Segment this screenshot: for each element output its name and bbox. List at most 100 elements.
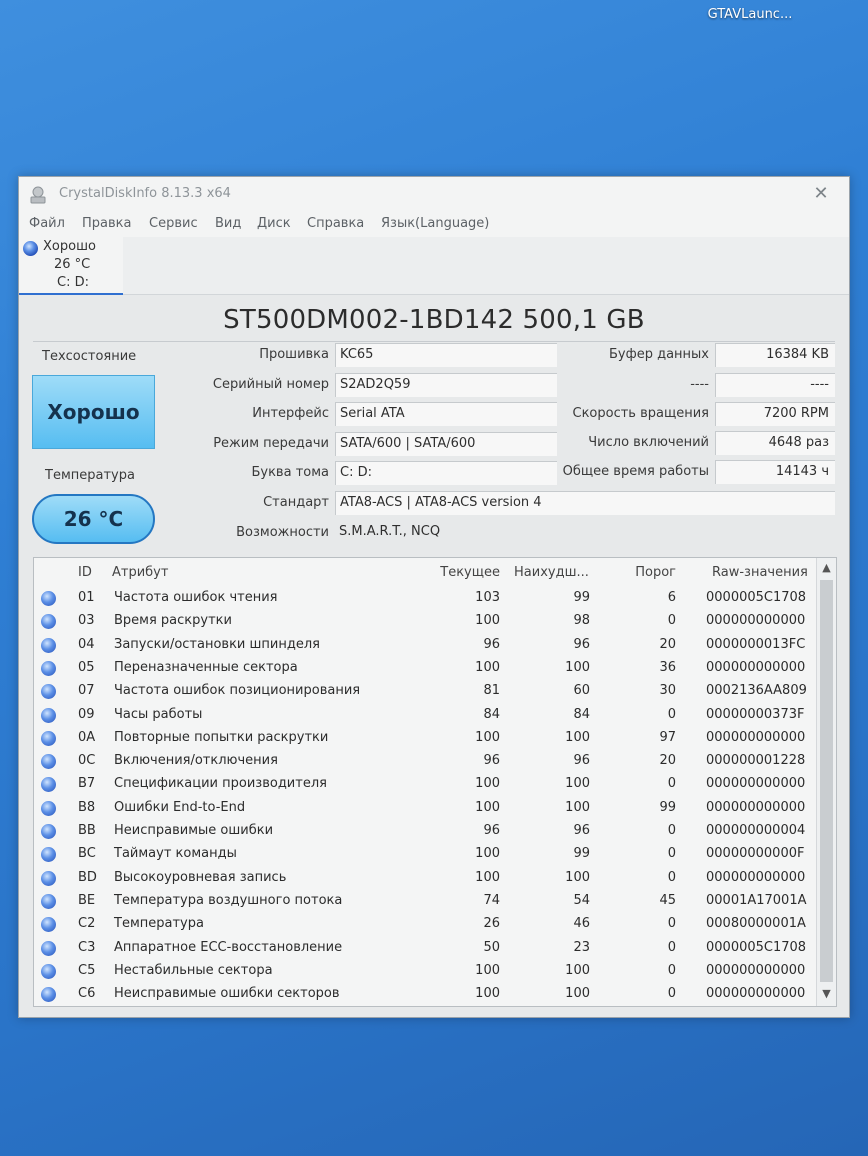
disk-tab[interactable]: Хорошо 26 °C C: D:: [19, 237, 123, 295]
cell-threshold: 97: [659, 729, 676, 745]
tab-strip: [123, 237, 849, 295]
cell-worst: 100: [565, 776, 590, 792]
table-header: ID Атрибут Текущее Наихудш... Порог Raw-…: [34, 558, 836, 588]
serial-label: Серийный номер: [212, 377, 329, 392]
table-row[interactable]: BC Таймаут команды 100 99 0 00000000000F: [34, 843, 814, 866]
cell-worst: 96: [573, 636, 590, 652]
status-dot-icon: [23, 241, 38, 256]
health-label: Техсостояние: [42, 349, 137, 364]
status-dot-icon: [41, 730, 56, 746]
cell-worst: 84: [573, 706, 590, 722]
cell-current: 50: [483, 939, 500, 955]
table-row[interactable]: BD Высокоуровневая запись 100 100 0 000000000…: [34, 867, 814, 890]
menu-view[interactable]: Вид: [215, 216, 241, 231]
col-worst[interactable]: Наихудш...: [514, 565, 589, 580]
cell-threshold: 0: [667, 869, 676, 885]
cell-id: B8: [78, 799, 96, 815]
table-row[interactable]: C2 Температура 26 46 0 00080000001A: [34, 913, 814, 936]
cell-raw: 000000000004: [706, 823, 806, 838]
cell-raw: 000000000000: [706, 729, 806, 745]
col-current[interactable]: Текущее: [424, 565, 500, 580]
cell-attribute: Неисправимые ошибки: [114, 823, 274, 838]
cell-id: C6: [78, 986, 96, 1002]
table-row[interactable]: C5 Нестабильные сектора 100 100 0 00000000000…: [34, 960, 814, 983]
cell-current: 96: [483, 823, 500, 838]
scroll-thumb[interactable]: [820, 580, 833, 982]
table-row[interactable]: 0C Включения/отключения 96 96 20 000000001228: [34, 750, 814, 773]
table-row[interactable]: 03 Время раскрутки 100 98 0 000000000000: [34, 610, 814, 633]
cell-raw: 000000000000: [706, 986, 806, 1002]
table-row[interactable]: 05 Переназначенные сектора 100 100 36 0000000…: [34, 657, 814, 680]
table-row[interactable]: 09 Часы работы 84 84 0 00000000373F: [34, 704, 814, 727]
title-bar[interactable]: CrystalDiskInfo 8.13.3 x64 ✕: [19, 177, 849, 211]
cell-worst: 100: [565, 869, 590, 885]
app-disk-icon: [30, 186, 46, 204]
table-row[interactable]: B7 Спецификации производителя 100 100 0 00000…: [34, 773, 814, 796]
menu-disk[interactable]: Диск: [257, 216, 291, 231]
smart-table[interactable]: ID Атрибут Текущее Наихудш... Порог Raw-…: [33, 557, 837, 1007]
cell-raw: 00000000373F: [706, 706, 805, 722]
cell-attribute: Включения/отключения: [114, 753, 278, 769]
col-threshold[interactable]: Порог: [614, 565, 676, 580]
table-row[interactable]: C3 Аппаратное ECC-восстановление 50 23 0 0000…: [34, 937, 814, 960]
cell-id: BE: [78, 892, 96, 908]
cell-threshold: 0: [667, 939, 676, 955]
scroll-down-icon[interactable]: ▼: [817, 984, 836, 1004]
cell-attribute: Температура: [114, 916, 204, 932]
status-dot-icon: [41, 940, 56, 956]
table-row[interactable]: BB Неисправимые ошибки 96 96 0 000000000004: [34, 820, 814, 843]
cell-attribute: Время раскрутки: [114, 613, 232, 629]
interface-label: Интерфейс: [252, 406, 329, 421]
cell-attribute: Таймаут команды: [114, 846, 237, 862]
firmware-label: Прошивка: [259, 347, 329, 362]
temperature-button[interactable]: 26 °C: [32, 494, 155, 544]
menu-file[interactable]: Файл: [29, 216, 65, 231]
table-row[interactable]: 0A Повторные попытки раскрутки 100 100 97 000…: [34, 727, 814, 750]
rotation-label: Скорость вращения: [572, 406, 710, 421]
standard-value: ATA8-ACS | ATA8-ACS version 4: [335, 491, 835, 515]
table-row[interactable]: C6 Неисправимые ошибки секторов 100 100 0 000…: [34, 983, 814, 1006]
cell-id: BB: [78, 823, 96, 838]
desktop-shortcut-label[interactable]: GTAVLaunc...: [700, 0, 800, 26]
disk-model-title: ST500DM002-1BD142 500,1 GB: [223, 305, 645, 335]
status-dot-icon: [41, 847, 56, 863]
table-row[interactable]: BE Температура воздушного потока 74 54 45 000…: [34, 890, 814, 913]
menu-service[interactable]: Сервис: [149, 216, 198, 231]
cell-worst: 46: [573, 916, 590, 932]
status-dot-icon: [41, 637, 56, 653]
cell-current: 26: [483, 916, 500, 932]
close-button[interactable]: ✕: [799, 179, 843, 209]
cell-id: 01: [78, 590, 95, 605]
drive-letter-value: C: D:: [335, 461, 557, 485]
cell-current: 100: [475, 776, 500, 792]
cell-threshold: 0: [667, 776, 676, 792]
disk-tab-status: Хорошо: [43, 239, 96, 254]
scroll-up-icon[interactable]: ▲: [817, 558, 836, 578]
cell-raw: 000000000000: [706, 659, 806, 675]
cell-threshold: 0: [667, 613, 676, 629]
table-row[interactable]: 04 Запуски/остановки шпинделя 96 96 20 000000…: [34, 634, 814, 657]
cell-threshold: 0: [667, 986, 676, 1002]
cell-threshold: 0: [667, 823, 676, 838]
cell-attribute: Переназначенные сектора: [114, 659, 298, 675]
cell-attribute: Частота ошибок позиционирования: [114, 683, 361, 699]
menu-language[interactable]: Язык(Language): [381, 216, 489, 231]
cell-current: 100: [475, 869, 500, 885]
table-row[interactable]: B8 Ошибки End-to-End 100 100 99 000000000000: [34, 797, 814, 820]
table-row[interactable]: 01 Частота ошибок чтения 103 99 6 0000005C170…: [34, 587, 814, 610]
cell-worst: 23: [573, 939, 590, 955]
cell-threshold: 0: [667, 706, 676, 722]
col-attribute[interactable]: Атрибут: [112, 565, 168, 580]
status-dot-icon: [41, 800, 56, 816]
col-id[interactable]: ID: [78, 565, 92, 580]
cell-attribute: Нестабильные сектора: [114, 962, 273, 978]
health-status-button[interactable]: Хорошо: [32, 375, 155, 449]
table-scrollbar[interactable]: ▲ ▼: [816, 558, 836, 1006]
cell-current: 100: [475, 729, 500, 745]
col-raw[interactable]: Raw-значения: [712, 565, 808, 580]
cell-threshold: 20: [659, 636, 676, 652]
divider: [33, 341, 835, 342]
menu-edit[interactable]: Правка: [82, 216, 131, 231]
menu-help[interactable]: Справка: [307, 216, 364, 231]
table-row[interactable]: 07 Частота ошибок позиционирования 81 60 30 0…: [34, 680, 814, 703]
